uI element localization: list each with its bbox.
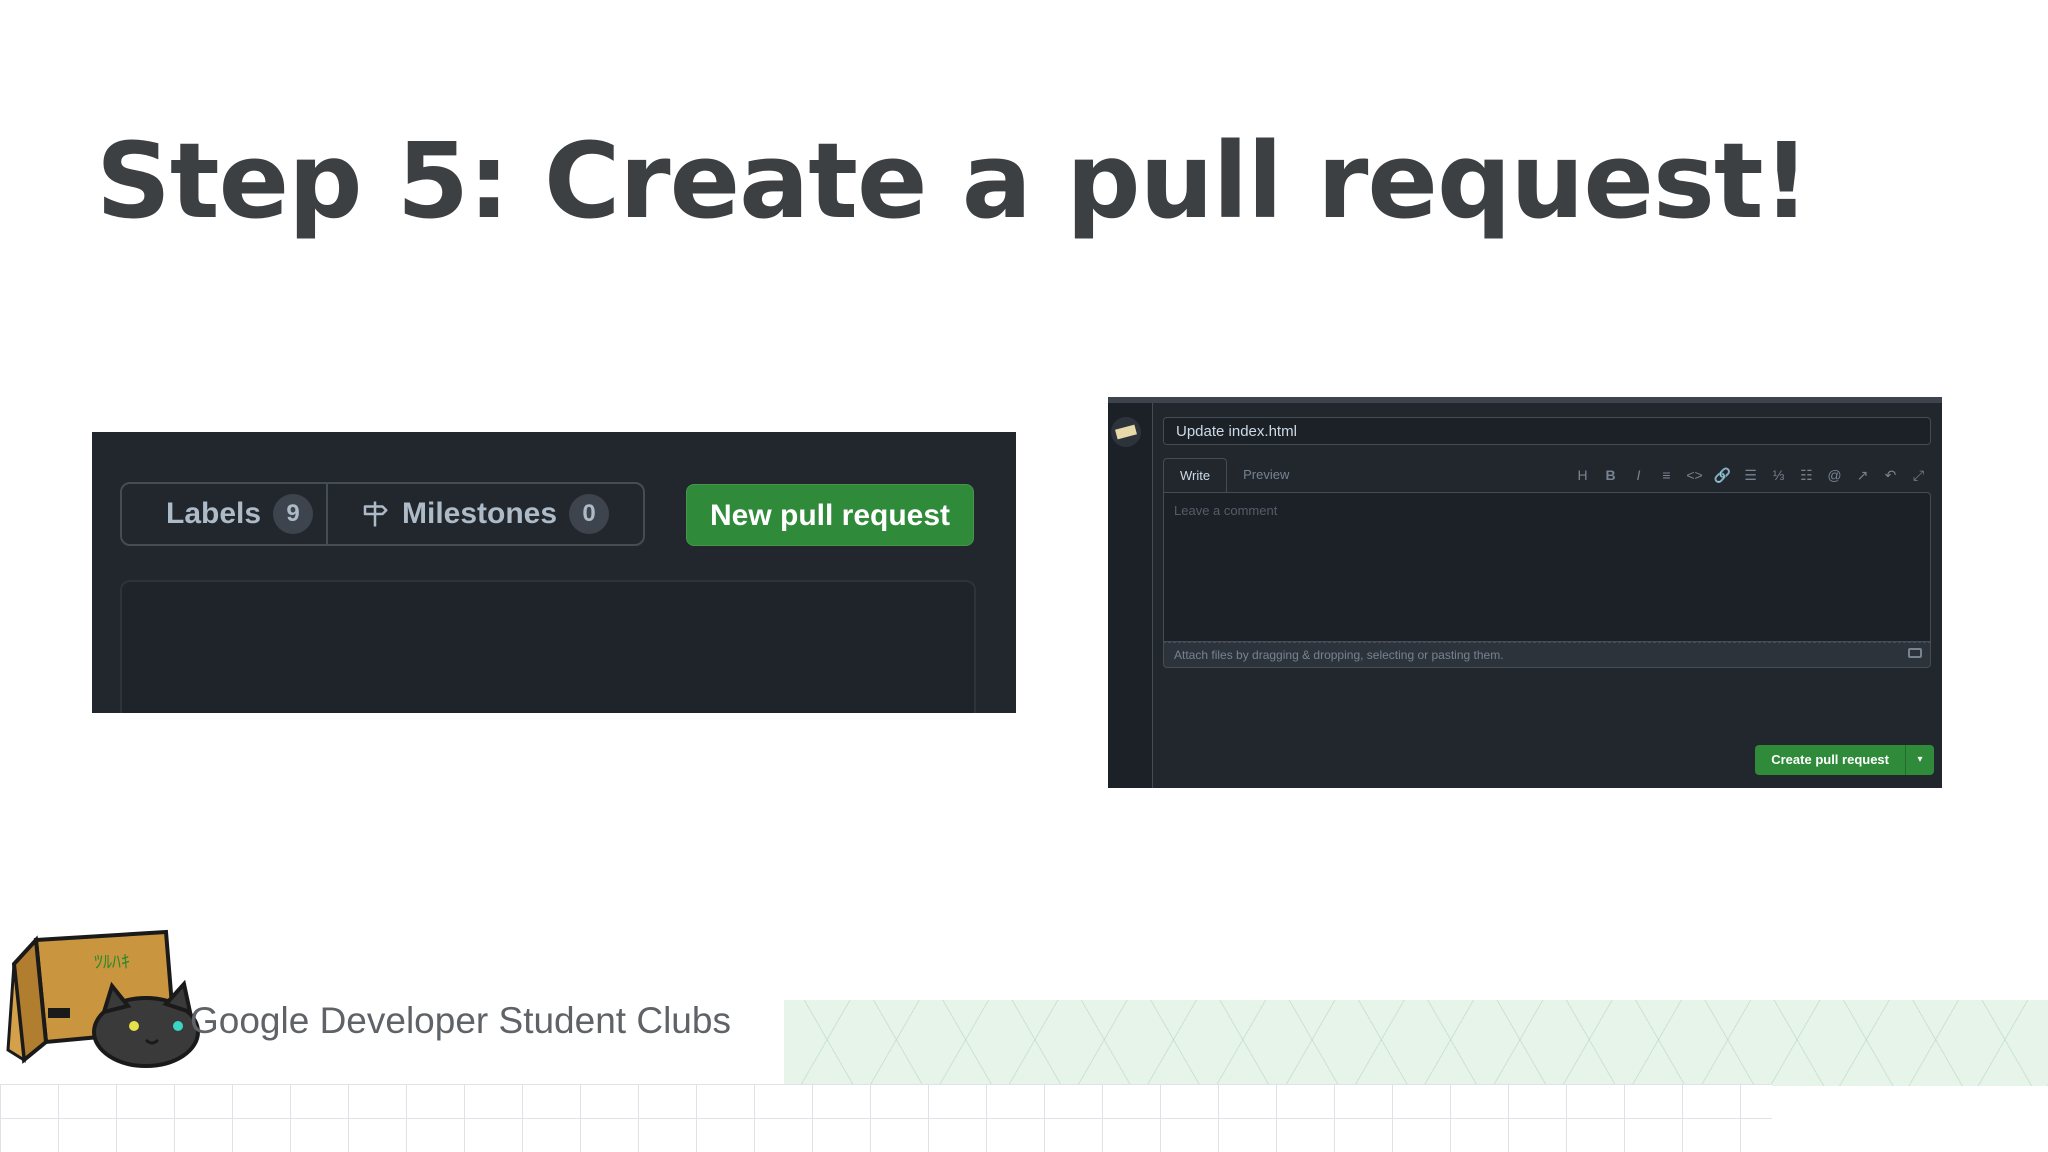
tab-preview[interactable]: Preview [1227, 458, 1305, 492]
markdown-icon [1908, 648, 1922, 658]
chevron-down-icon[interactable]: ▾ [1906, 745, 1934, 775]
cat-in-box-icon: ﾂﾙﾊｷ [6, 929, 200, 1068]
labels-milestones-group: Labels 9 Milestones 0 [120, 482, 645, 546]
bold-icon[interactable]: B [1601, 467, 1620, 483]
pr-list-header-screenshot: Labels 9 Milestones 0 New pull request [92, 432, 1016, 713]
milestones-label: Milestones [402, 497, 558, 530]
create-pull-request-button[interactable]: Create pull request ▾ [1755, 745, 1934, 775]
labels-button[interactable]: Labels 9 [122, 484, 328, 544]
ordered-list-icon[interactable]: ⅓ [1769, 467, 1788, 483]
svg-text:ﾂﾙﾊｷ: ﾂﾙﾊｷ [94, 952, 130, 973]
heading-icon[interactable]: H [1573, 467, 1592, 483]
avatar [1111, 417, 1141, 447]
attach-files-bar[interactable]: Attach files by dragging & dropping, sel… [1163, 642, 1931, 668]
undo-icon[interactable]: ↶ [1881, 467, 1900, 484]
fullscreen-icon[interactable]: ⤢ [1909, 467, 1928, 484]
milestone-icon [363, 501, 388, 527]
gdsc-brand-text: Google Developer Student Clubs [190, 1000, 731, 1041]
milestones-button[interactable]: Milestones 0 [328, 484, 641, 544]
italic-icon[interactable]: I [1629, 467, 1648, 483]
code-icon[interactable]: <> [1685, 467, 1704, 483]
tab-write[interactable]: Write [1163, 458, 1228, 492]
new-pull-request-button[interactable]: New pull request [686, 484, 974, 546]
footer-grid-band [0, 1084, 1772, 1152]
mention-icon[interactable]: @ [1825, 467, 1844, 483]
markdown-toolbar: H B I ≡ <> 🔗 ☰ ⅓ ☷ @ ↗ ↶ ⤢ [1573, 463, 1928, 487]
attach-hint: Attach files by dragging & dropping, sel… [1174, 648, 1504, 662]
footer-green-band [784, 1000, 2048, 1086]
milestones-count: 0 [569, 494, 610, 534]
create-pr-form-screenshot: Update index.html Write Preview H B I ≡ … [1108, 397, 1942, 788]
unordered-list-icon[interactable]: ☰ [1741, 467, 1760, 484]
labels-count: 9 [273, 494, 314, 534]
reference-icon[interactable]: ↗ [1853, 467, 1872, 484]
task-list-icon[interactable]: ☷ [1797, 467, 1816, 484]
editor-tabs: Write Preview [1163, 458, 1305, 492]
pr-title-input[interactable]: Update index.html [1163, 417, 1931, 445]
slide-title: Step 5: Create a pull request! [96, 120, 1810, 242]
pr-form-panel: Update index.html Write Preview H B I ≡ … [1152, 403, 1942, 788]
create-pull-request-label: Create pull request [1755, 745, 1906, 775]
link-icon[interactable]: 🔗 [1713, 467, 1732, 484]
labels-label: Labels [166, 497, 262, 530]
quote-icon[interactable]: ≡ [1657, 467, 1676, 483]
avatar-column [1108, 403, 1152, 788]
pr-list-box [120, 580, 976, 713]
comment-textarea[interactable]: Leave a comment [1163, 492, 1931, 642]
